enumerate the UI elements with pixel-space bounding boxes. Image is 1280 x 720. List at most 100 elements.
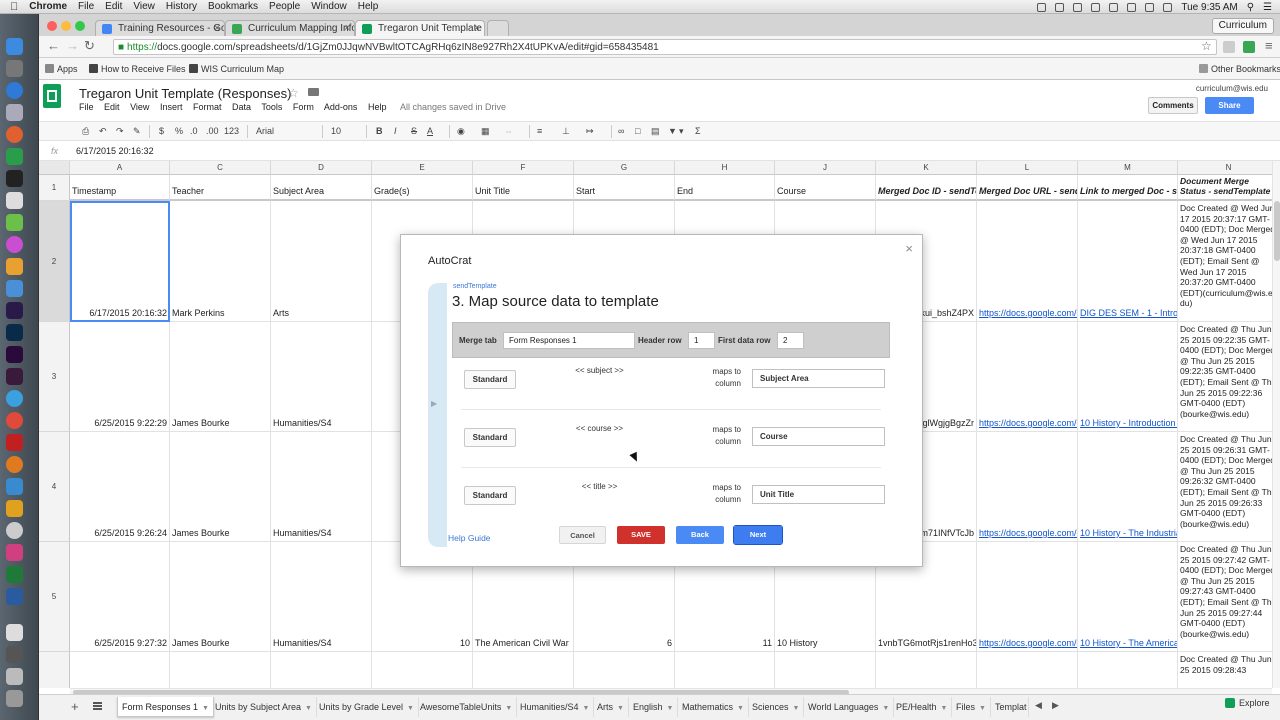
downloads-icon[interactable] (6, 668, 23, 685)
insert-link-icon[interactable]: ∞ (618, 126, 624, 136)
increase-decimal-button[interactable]: .00 (206, 126, 219, 136)
doc-url-cell[interactable]: https://docs.google.com/d (977, 201, 1078, 322)
row-header[interactable]: 4 (39, 432, 70, 542)
header-cell[interactable]: Start (574, 175, 675, 201)
wifi-icon[interactable] (1109, 2, 1119, 12)
paint-format-icon[interactable]: ✎ (133, 126, 141, 137)
app-menu[interactable]: Chrome (29, 1, 67, 12)
back-button[interactable]: Back (676, 526, 724, 544)
empty-cell[interactable] (977, 652, 1078, 688)
app-store-icon[interactable] (6, 82, 23, 99)
app-icon-green[interactable] (6, 148, 23, 165)
row-header[interactable]: 3 (39, 322, 70, 432)
help-guide-link[interactable]: Help Guide (448, 533, 491, 543)
chevron-left-icon[interactable]: ▶ (431, 399, 437, 408)
sheet-tab[interactable]: Templat (991, 697, 1029, 717)
empty-cell[interactable] (70, 652, 170, 688)
sheet-tab-active[interactable]: Form Responses 1 ▼ (117, 697, 214, 717)
ibooks-icon[interactable] (6, 258, 23, 275)
row-header[interactable] (39, 652, 70, 688)
notification-icon[interactable]: ☰ (1263, 2, 1272, 13)
extension-icon[interactable] (1223, 41, 1235, 53)
sheet-tab[interactable]: Files ▼ (952, 697, 991, 717)
teacher-cell[interactable]: Mark Perkins (170, 201, 271, 322)
app-icon-yellow[interactable] (6, 500, 23, 517)
menu-form[interactable]: Form (293, 102, 314, 112)
italic-button[interactable]: I (394, 126, 397, 136)
app-icon-pink[interactable] (6, 544, 23, 561)
header-cell[interactable]: Grade(s) (372, 175, 473, 201)
premiere-icon[interactable] (6, 346, 23, 363)
menu-format[interactable]: Format (193, 102, 222, 112)
sheets-logo-icon[interactable] (43, 84, 61, 108)
menu-bookmarks[interactable]: Bookmarks (208, 1, 258, 12)
bluetooth-icon[interactable] (1091, 2, 1101, 12)
doc-url-cell[interactable]: https://docs.google.com/d (977, 542, 1078, 652)
teacher-cell[interactable]: James Bourke (170, 432, 271, 542)
column-header[interactable]: N (1178, 161, 1280, 175)
close-tab-icon[interactable]: × (214, 23, 220, 34)
close-window-icon[interactable] (47, 21, 57, 31)
save-button[interactable]: SAVE (617, 526, 665, 544)
teacher-cell[interactable]: James Bourke (170, 542, 271, 652)
scroll-thumb[interactable] (1274, 201, 1280, 261)
empty-cell[interactable] (372, 652, 473, 688)
menu-file[interactable]: File (79, 102, 94, 112)
menu-people[interactable]: People (269, 1, 300, 12)
redo-icon[interactable]: ↷ (116, 126, 124, 137)
menu-data[interactable]: Data (232, 102, 251, 112)
other-bookmarks[interactable]: Other Bookmarks (1199, 64, 1280, 74)
merge-status-cell[interactable]: Doc Created @ Thu Jun 25 2015 09:22:35 G… (1178, 322, 1280, 432)
firefox-icon[interactable] (6, 456, 23, 473)
filter-views-icon[interactable]: ▾ (679, 126, 684, 137)
empty-cell[interactable] (876, 652, 977, 688)
bookmark-item[interactable]: How to Receive Files (89, 64, 186, 74)
sheet-tab[interactable]: Units by Subject Area ▼ (211, 697, 317, 717)
excel-icon[interactable] (6, 566, 23, 583)
share-button[interactable]: Share (1205, 97, 1254, 114)
star-bookmark-icon[interactable]: ☆ (1201, 39, 1212, 53)
terminal-icon[interactable] (6, 170, 23, 187)
menu-help[interactable]: Help (358, 1, 379, 12)
photoshop-icon[interactable] (6, 324, 23, 341)
dropbox-icon[interactable] (1037, 2, 1047, 12)
camera-icon[interactable] (1055, 2, 1065, 12)
row-header[interactable]: 5 (39, 542, 70, 652)
percent-button[interactable]: % (175, 126, 183, 136)
sheet-tab[interactable]: PE/Health ▼ (892, 697, 953, 717)
doc-link-cell[interactable]: 10 History - Introduction t (1078, 322, 1178, 432)
field-type-button[interactable]: Standard (464, 486, 516, 505)
column-header[interactable]: M (1078, 161, 1178, 175)
column-header[interactable]: L (977, 161, 1078, 175)
undo-icon[interactable]: ↶ (99, 126, 107, 137)
reload-button[interactable]: ↻ (84, 39, 95, 53)
menu-view[interactable]: View (133, 1, 155, 12)
formula-input[interactable]: 6/17/2015 20:16:32 (76, 146, 154, 156)
bold-button[interactable]: B (376, 126, 383, 136)
browser-tab-active[interactable]: Tregaron Unit Template (Re × (355, 20, 485, 36)
user-email[interactable]: curriculum@wis.edu (1196, 84, 1268, 93)
back-button[interactable]: ← (47, 39, 60, 53)
merge-status-cell[interactable]: Doc Created @ Thu Jun 25 2015 09:26:31 G… (1178, 432, 1280, 542)
sheet-tab[interactable]: Humanities/S4 ▼ (516, 697, 595, 717)
row-header[interactable]: 1 (39, 175, 70, 201)
menu-edit[interactable]: Edit (104, 102, 120, 112)
flag-icon[interactable] (1127, 2, 1137, 12)
subject-cell[interactable]: Humanities/S4 (271, 322, 372, 432)
sheet-tab[interactable]: Arts ▼ (593, 697, 629, 717)
sheet-tab[interactable]: Mathematics ▼ (678, 697, 749, 717)
volume-icon[interactable] (1145, 2, 1155, 12)
messages-icon[interactable] (6, 214, 23, 231)
borders-icon[interactable]: ▦ (481, 126, 490, 137)
column-header[interactable]: F (473, 161, 574, 175)
subject-cell[interactable]: Humanities/S4 (271, 432, 372, 542)
photo-booth-icon[interactable] (6, 126, 23, 143)
clock[interactable]: Tue 9:35 AM (1181, 2, 1237, 13)
bookmark-item[interactable]: WIS Curriculum Map (189, 64, 284, 74)
text-wrap-icon[interactable]: ↦ (586, 126, 594, 137)
scroll-tabs-right-icon[interactable]: ▶ (1052, 700, 1059, 711)
apple-icon[interactable]:  (10, 1, 18, 13)
column-header[interactable]: H (675, 161, 775, 175)
timestamp-cell[interactable]: 6/25/2015 9:26:24 (70, 432, 170, 542)
dashboard-icon[interactable] (6, 60, 23, 77)
